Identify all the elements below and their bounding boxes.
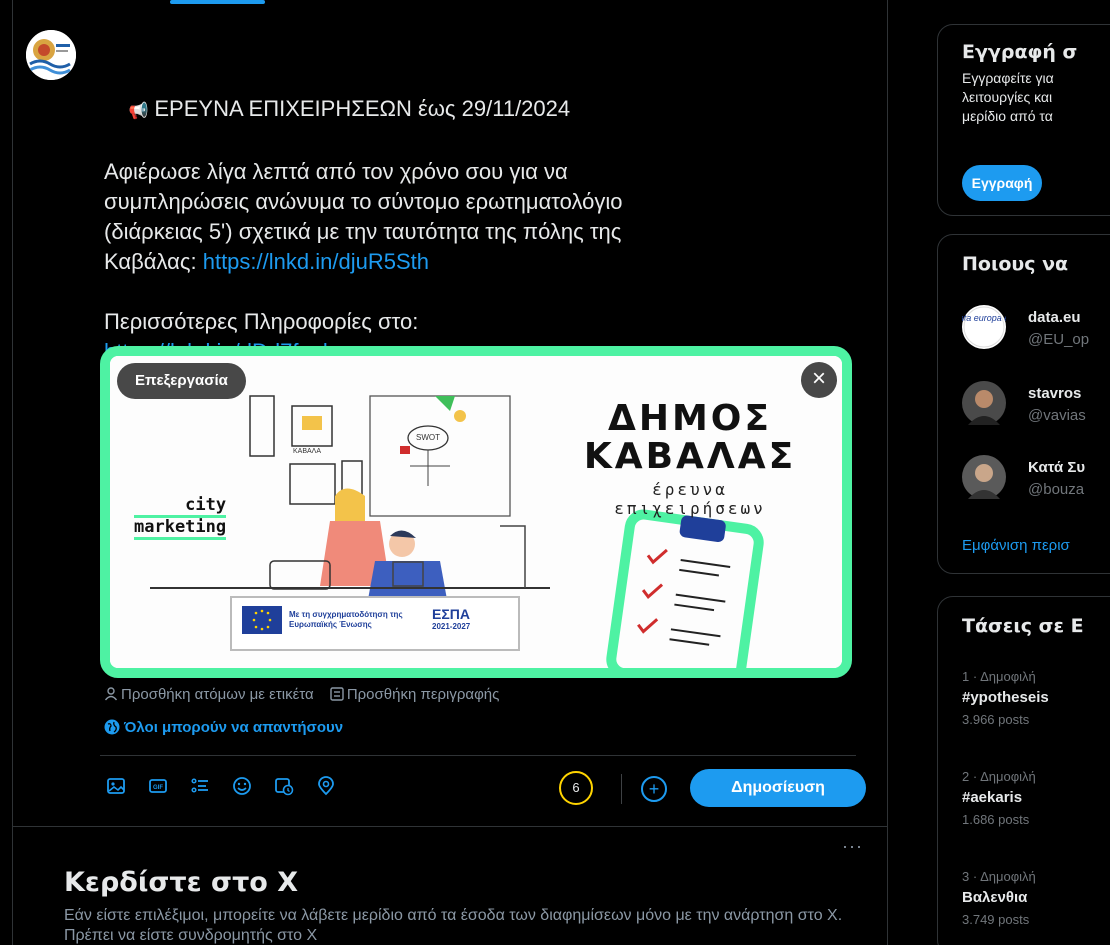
trends-card: Τάσεις σε Ε 1 · Δημοφιλή #ypotheseis 3.9… [937,596,1110,945]
city-marketing-label: city marketing [134,496,227,540]
eu-cofunding-text: Με τη συγχρηματοδότηση της Ευρωπαϊκής Έν… [289,610,403,629]
more-options-icon[interactable]: ··· [842,836,863,857]
edit-image-button[interactable]: Επεξεργασία [117,363,246,399]
location-pin-icon [318,776,334,796]
earn-title: Κερδίστε στο X [64,867,299,898]
compose-toolbar: GIF [104,776,338,800]
add-description-link[interactable]: Προσθήκη περιγραφής [330,686,506,703]
description-icon [330,687,344,701]
globe-icon [104,719,120,735]
compose-line-2: Αφιέρωσε λίγα λεπτά από τον χρόνο σου γι… [104,159,568,184]
trend-item[interactable]: 2 · Δημοφιλή #aekaris 1.686 posts [962,769,1110,827]
trend-meta: 1 · Δημοφιλή [962,669,1036,684]
remove-image-button[interactable]: × [801,362,837,398]
poll-icon [191,778,208,793]
earn-description: Εάν είστε επιλέξιμοι, μπορείτε να λάβετε… [64,907,843,944]
avatar [962,455,1006,499]
eu-flag-icon [242,606,282,634]
add-post-button[interactable]: + [641,776,667,802]
compose-divider [100,755,856,756]
trend-meta: 3 · Δημοφιλή [962,869,1036,884]
espa-logo: ΕΣΠΑ 2021-2027 [432,606,471,631]
reply-settings-button[interactable]: Όλοι μπορούν να απαντήσουν [104,719,343,736]
compose-line-4: (διάρκειας 5') σχετικά με την ταυτότητα … [104,219,622,244]
follow-handle: @bouza [1028,481,1085,498]
schedule-button[interactable] [272,776,296,800]
kavala-logo-icon [26,30,76,80]
emoji-button[interactable] [230,776,254,800]
follow-suggestion[interactable]: stavros @vavias [962,381,1110,437]
compose-line-3: συμπληρώσεις ανώνυμα το σύντομο ερωτηματ… [104,189,623,214]
compose-text[interactable]: 📢 ΕΡΕΥΝΑ ΕΠΙΧΕΙΡΗΣΕΩΝ έως 29/11/2024 Αφιέ… [104,64,844,367]
trend-meta: 2 · Δημοφιλή [962,769,1036,784]
smiley-icon [233,777,251,795]
tag-people-link[interactable]: Προσθήκη ατόμων με ετικέτα [104,686,324,703]
post-button[interactable]: Δημοσίευση [690,769,866,807]
follow-handle: @vavias [1028,407,1086,424]
follow-suggestion[interactable]: data europa eu data.eu @EU_op [954,305,1110,361]
location-button[interactable] [314,776,338,800]
follow-name: stavros [1028,385,1082,402]
close-icon: × [811,365,826,392]
follow-suggestion[interactable]: Κατά Συ @bouza [962,455,1110,511]
trend-count: 3.749 posts [962,912,1030,927]
media-button[interactable] [104,776,128,800]
image-icon [107,778,125,794]
attached-image[interactable]: ΚΑΒΑΛΑ SWOT ΔΗΜΟΣ ΚΑΒΑΛΑΣ έρευνα επιχειρ… [100,346,852,678]
signup-card: Εγγραφή σ Εγγραφείτε για λειτουργίες και… [937,24,1110,216]
avatar: data europa eu [954,305,1014,349]
swot-label: SWOT [416,433,440,442]
image-canvas: ΚΑΒΑΛΑ SWOT ΔΗΜΟΣ ΚΑΒΑΛΑΣ έρευνα επιχειρ… [110,356,842,668]
trend-name: Βαλενθια [962,889,1028,906]
municipality-title: ΔΗΜΟΣ ΚΑΒΑΛΑΣ [583,398,797,477]
character-counter: 6 [559,771,593,805]
trend-count: 1.686 posts [962,812,1030,827]
signup-button[interactable]: Εγγραφή [962,165,1042,201]
megaphone-icon: 📢 [128,103,149,120]
gif-icon: GIF [149,779,167,793]
toolbar-separator [621,774,622,804]
follow-handle: @EU_op [1028,331,1090,348]
person-icon [104,687,118,701]
avatar [962,381,1006,425]
trend-item[interactable]: 1 · Δημοφιλή #ypotheseis 3.966 posts [962,669,1110,727]
trend-name: #aekaris [962,789,1023,806]
section-divider [12,826,888,827]
eu-cofunding-badge: Με τη συγχρηματοδότηση της Ευρωπαϊκής Έν… [230,596,520,651]
survey-link[interactable]: https://lnkd.in/djuR5Sth [203,249,429,274]
plus-icon: + [648,779,660,799]
signup-text: Εγγραφείτε για λειτουργίες και μερίδιο α… [962,70,1054,124]
poll-button[interactable] [188,776,212,800]
show-more-link[interactable]: Εμφάνιση περισ [962,537,1070,554]
who-to-follow-card: Ποιους να data europa eu data.eu @EU_op … [937,234,1110,574]
follow-name: Κατά Συ [1028,459,1086,476]
trend-name: #ypotheseis [962,689,1049,706]
compose-line-6: Περισσότερες Πληροφορίες στο: [104,309,419,334]
svg-text:GIF: GIF [153,785,163,791]
compose-line-5: Καβάλας: https://lnkd.in/djuR5Sth [104,249,429,274]
compose-line-1: 📢 ΕΡΕΥΝΑ ΕΠΙΧΕΙΡΗΣΕΩΝ έως 29/11/2024 [128,96,571,121]
signup-title: Εγγραφή σ [962,41,1078,63]
trend-count: 3.966 posts [962,712,1030,727]
who-to-follow-title: Ποιους να [962,253,1069,275]
sketch-label: ΚΑΒΑΛΑ [293,448,322,455]
gif-button[interactable]: GIF [146,776,170,800]
trend-item[interactable]: 3 · Δημοφιλή Βαλενθια 3.749 posts [962,869,1110,927]
follow-name: data.eu [1028,309,1081,326]
trends-title: Τάσεις σε Ε [962,615,1084,637]
calendar-clock-icon [275,778,294,796]
avatar[interactable] [26,30,76,80]
survey-subtitle: έρευνα επιχειρήσεων [614,480,766,518]
media-actions: Προσθήκη ατόμων με ετικέτα Προσθήκη περι… [104,686,511,703]
active-tab-indicator [170,0,265,4]
